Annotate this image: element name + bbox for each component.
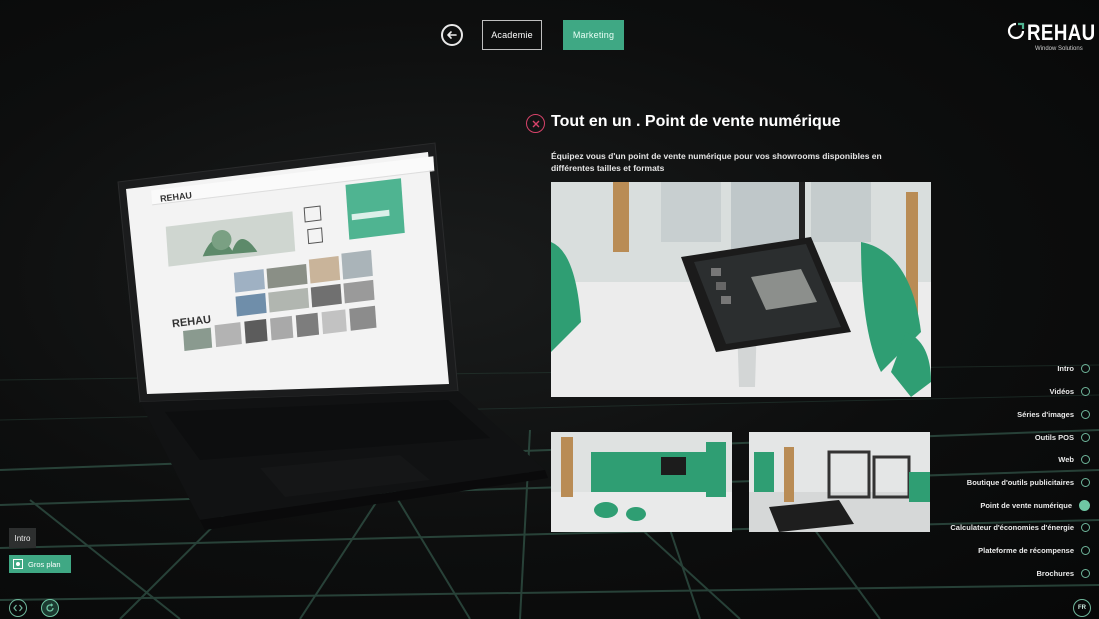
- close-panel-button[interactable]: [526, 114, 545, 133]
- arrow-left-icon: [447, 31, 457, 39]
- close-icon: [532, 120, 539, 127]
- showroom-illustration-2: [749, 432, 930, 532]
- nav-item-brochures[interactable]: Brochures: [1036, 566, 1090, 580]
- nav-label: Vidéos: [1049, 386, 1074, 396]
- gros-plan-button[interactable]: Gros plan: [9, 555, 71, 573]
- nav-dot-icon: [1081, 477, 1090, 487]
- thumbnail-showroom-2[interactable]: [749, 432, 930, 532]
- logo-subtitle: Window Solutions: [1035, 46, 1083, 52]
- nav-dot-icon: [1081, 522, 1090, 532]
- nav-item-outils-pos[interactable]: Outils POS: [1035, 430, 1090, 444]
- tab-marketing[interactable]: Marketing: [563, 20, 624, 50]
- code-brackets-glyph: [13, 604, 23, 612]
- nav-dot-icon: [1081, 386, 1090, 396]
- reset-view-icon[interactable]: [41, 599, 59, 617]
- language-button[interactable]: FR: [1073, 599, 1091, 617]
- gros-plan-label: Gros plan: [28, 559, 61, 569]
- nav-label: Outils POS: [1034, 432, 1074, 442]
- nav-dot-icon: [1081, 363, 1090, 373]
- laptop-screen-website: [151, 156, 435, 351]
- reset-glyph: [46, 603, 54, 612]
- nav-item-boutique[interactable]: Boutique d'outils publicitaires: [967, 475, 1090, 489]
- nav-item-videos[interactable]: Vidéos: [1050, 384, 1090, 398]
- nav-item-web[interactable]: Web: [1058, 452, 1090, 466]
- hero-image-kiosk[interactable]: [551, 182, 931, 397]
- rehau-logo: REHAU Window Solutions: [1007, 20, 1095, 60]
- nav-label: Web: [1058, 454, 1074, 464]
- tab-academie[interactable]: Academie: [482, 20, 542, 50]
- logo-wordmark: REHAU: [1027, 20, 1096, 45]
- nav-dot-icon: [1081, 545, 1090, 555]
- back-button[interactable]: [441, 24, 463, 46]
- kiosk-illustration: [551, 182, 931, 397]
- intro-tag[interactable]: Intro: [9, 528, 36, 548]
- panel-title: Tout en un . Point de vente numérique: [551, 113, 841, 130]
- nav-dot-icon: [1081, 454, 1090, 464]
- nav-dot-icon: [1081, 568, 1090, 578]
- nav-label: Point de vente numérique: [980, 500, 1072, 510]
- nav-label: Calculateur d'économies d'énergie: [950, 522, 1074, 532]
- nav-dot-icon: [1081, 409, 1090, 419]
- nav-label: Séries d'images: [1017, 409, 1074, 419]
- focus-icon: [13, 559, 23, 569]
- thumbnail-showroom-1[interactable]: [551, 432, 732, 532]
- nav-item-intro[interactable]: Intro: [1057, 361, 1090, 375]
- nav-label: Boutique d'outils publicitaires: [966, 477, 1074, 487]
- nav-label: Plateforme de récompense: [978, 545, 1074, 555]
- scene-3d[interactable]: REHAU REHAU Academie Marketing REHAU Win…: [0, 0, 1099, 619]
- panel-description: Équipez vous d'un point de vente numériq…: [551, 151, 882, 173]
- showroom-illustration-1: [551, 432, 732, 532]
- nav-item-calculateur[interactable]: Calculateur d'économies d'énergie: [950, 520, 1090, 534]
- nav-dot-active-icon: [1079, 499, 1090, 511]
- nav-dot-icon: [1081, 432, 1090, 442]
- nav-label: Intro: [1057, 363, 1074, 373]
- rehau-logo-mark-icon: [1007, 22, 1025, 40]
- nav-item-series-images[interactable]: Séries d'images: [1017, 407, 1090, 421]
- nav-item-point-de-vente[interactable]: Point de vente numérique: [980, 498, 1090, 512]
- code-brackets-icon[interactable]: [9, 599, 27, 617]
- nav-item-plateforme[interactable]: Plateforme de récompense: [978, 543, 1090, 557]
- nav-label: Brochures: [1036, 568, 1074, 578]
